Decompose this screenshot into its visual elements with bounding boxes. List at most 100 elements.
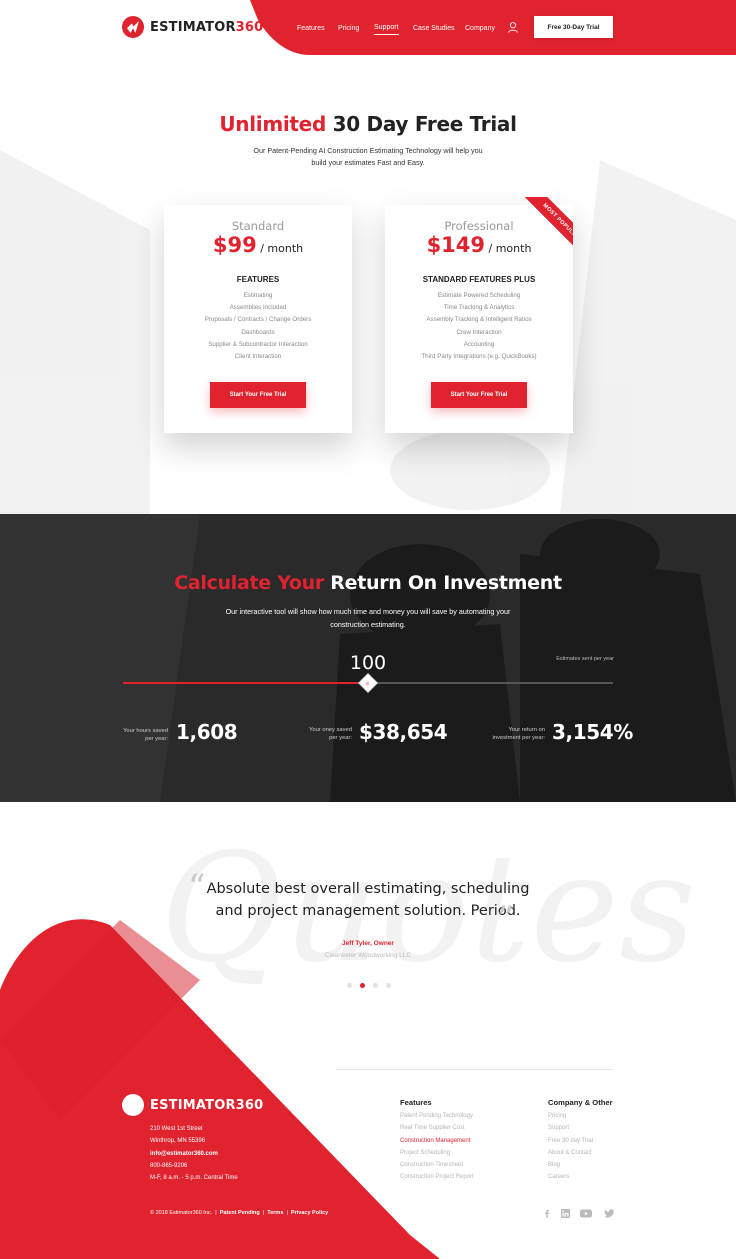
roi-title-white: Return On Investment: [330, 572, 562, 594]
close-quote-icon: ”: [497, 899, 515, 939]
roi-subtitle: Our interactive tool will show how much …: [225, 607, 511, 629]
stat-label-money: Your oney saved per year:: [309, 727, 352, 741]
stat-value-money: $38,654: [359, 720, 448, 744]
stat-value-roi: 3,154%: [552, 720, 633, 744]
copyright-text: © 2018 Estimator360 Inc.: [150, 1210, 213, 1216]
footer-link[interactable]: Pricing: [548, 1110, 593, 1122]
carousel-dots: [347, 983, 391, 988]
plan-feature: Assemblies Included: [229, 304, 287, 312]
footer-phone[interactable]: 800-865-9206: [150, 1160, 238, 1172]
roi-title: Calculate Your Return On Investment: [0, 572, 736, 594]
footer-link[interactable]: About & Contact: [548, 1147, 593, 1159]
footer-features-list: Patent Pending Technology Real Time Supp…: [400, 1110, 474, 1184]
plan-features-heading: STANDARD FEATURES PLUS: [422, 275, 536, 284]
patent-pending-link[interactable]: Patent Pending: [220, 1210, 260, 1216]
footer-company-list: Pricing Support Free 30 day Trial About …: [548, 1110, 593, 1184]
plan-price-period: / month: [488, 242, 532, 255]
footer-link[interactable]: Blog: [548, 1159, 593, 1171]
estimates-slider[interactable]: |||: [123, 673, 613, 693]
nav-features[interactable]: Features: [297, 25, 325, 32]
carousel-dot[interactable]: [347, 983, 352, 988]
pricing-card-standard: Standard $99 / month FEATURES Estimating…: [164, 205, 352, 433]
hero-subtitle: Our Patent-Pending AI Construction Estim…: [253, 146, 483, 167]
footer-link[interactable]: Project Scheduling: [400, 1147, 474, 1159]
plan-feature: Crew Interaction: [456, 328, 502, 336]
hero-title-red: Unlimited: [219, 112, 326, 136]
footer-logo-icon: [122, 1094, 144, 1116]
footer-link-active[interactable]: Construction Management: [400, 1135, 474, 1147]
carousel-dot[interactable]: [373, 983, 378, 988]
plan-feature: Accounting: [463, 340, 495, 348]
plan-feature-list: Estimate Powered Scheduling Time Trackin…: [385, 290, 573, 363]
footer-company-heading: Company & Other: [548, 1098, 613, 1107]
address-line: 210 West 1st Street: [150, 1126, 203, 1132]
footer-email-link[interactable]: info@estimator360.com: [150, 1148, 238, 1160]
twitter-icon[interactable]: [603, 1209, 615, 1218]
nav-case-studies[interactable]: Case Studies: [413, 25, 455, 32]
plan-feature: Assembly Tracking & Intelligent Ratios: [426, 316, 532, 324]
stat-value-hours: 1,608: [176, 720, 238, 744]
header-free-trial-button[interactable]: Free 30-Day Trial: [534, 16, 613, 38]
plan-feature: Third Party Integrations (e.g. QuickBook…: [421, 353, 537, 361]
footer-link[interactable]: Construction Timesheet: [400, 1159, 474, 1171]
stat-label-roi: Your return on investment per year:: [492, 727, 545, 741]
footer-hours: M-F, 8 a.m. - 5 p.m. Central Time: [150, 1175, 238, 1182]
plan-feature: Time Tracking & Analytics: [443, 304, 515, 312]
plan-feature: Proposals / Contracts / Change Orders: [204, 316, 312, 324]
footer-link[interactable]: Real Time Supplier Cost: [400, 1122, 474, 1134]
plan-price-period: / month: [260, 242, 304, 255]
footer-logo[interactable]: ESTIMATOR360: [122, 1094, 263, 1116]
plan-feature: Estimating: [243, 292, 273, 299]
stat-label-hours: Your hours saved per year:: [123, 728, 168, 742]
plan-price-amount: $149: [426, 233, 486, 257]
footer-link[interactable]: Careers: [548, 1171, 593, 1183]
linkedin-icon[interactable]: [559, 1209, 571, 1218]
plan-price: $99 / month: [164, 233, 352, 257]
pricing-card-professional: MOST POPULAR Professional $149 / month S…: [385, 197, 573, 433]
main-nav: Features Pricing Support Case Studies Co…: [0, 0, 736, 56]
plan-price: $149 / month: [385, 233, 573, 257]
plan-feature: Estimate Powered Scheduling: [437, 292, 521, 299]
plan-feature: Client Interaction: [234, 353, 282, 361]
footer-logo-text-red: 360: [235, 1097, 264, 1113]
testimonial-author: Jeff Tyler, Owner: [342, 940, 394, 947]
nav-pricing[interactable]: Pricing: [338, 25, 359, 32]
footer-link[interactable]: Free 30 day Trial: [548, 1135, 593, 1147]
start-trial-button-standard[interactable]: Start Your Free Trial: [210, 382, 306, 408]
user-icon[interactable]: [508, 22, 518, 33]
hero-title: Unlimited 30 Day Free Trial: [0, 112, 736, 136]
footer-divider: [336, 1069, 613, 1070]
testimonial-quote: Absolute best overall estimating, schedu…: [206, 881, 530, 919]
footer-contact: 210 West 1st Street Winthrop, MN 55396 i…: [150, 1123, 238, 1184]
footer-link[interactable]: Patent Pending Technology: [400, 1110, 474, 1122]
footer-logo-text-dark: ESTIMATOR: [150, 1097, 236, 1113]
footer-link[interactable]: Construction Project Report: [400, 1171, 474, 1183]
terms-link[interactable]: Terms: [267, 1210, 283, 1216]
plan-feature-list: Estimating Assemblies Included Proposals…: [164, 290, 352, 363]
plan-features-heading: FEATURES: [236, 275, 280, 284]
plan-feature: Supplier & Subcontractor Interaction: [208, 340, 308, 348]
plan-price-amount: $99: [212, 233, 257, 257]
footer-logo-text: ESTIMATOR360: [150, 1098, 263, 1113]
privacy-policy-link[interactable]: Privacy Policy: [291, 1210, 328, 1216]
carousel-dot-active[interactable]: [360, 983, 365, 988]
nav-company[interactable]: Company: [465, 25, 495, 32]
slider-label: Estimates sent per year: [556, 656, 614, 662]
slider-handle-grip-icon: |||: [366, 680, 370, 686]
facebook-icon[interactable]: [541, 1209, 553, 1218]
youtube-icon[interactable]: [580, 1209, 592, 1218]
footer-features-heading: Features: [400, 1098, 432, 1107]
hero-title-dark: 30 Day Free Trial: [332, 112, 517, 136]
footer-copyright: © 2018 Estimator360 Inc. | Patent Pendin…: [150, 1210, 329, 1216]
address-line: Winthrop, MN 55396: [150, 1138, 206, 1145]
plan-tier: Standard: [231, 219, 285, 233]
plan-tier: Professional: [444, 219, 514, 233]
roi-title-red: Calculate Your: [174, 572, 324, 594]
testimonial-company: Clearwater Woodworking LLC: [324, 952, 412, 959]
start-trial-button-professional[interactable]: Start Your Free Trial: [431, 382, 527, 408]
slider-value: 100: [349, 652, 387, 674]
carousel-dot[interactable]: [386, 983, 391, 988]
footer-link[interactable]: Support: [548, 1122, 593, 1134]
nav-support[interactable]: Support: [374, 24, 399, 35]
slider-fill: [123, 682, 368, 684]
